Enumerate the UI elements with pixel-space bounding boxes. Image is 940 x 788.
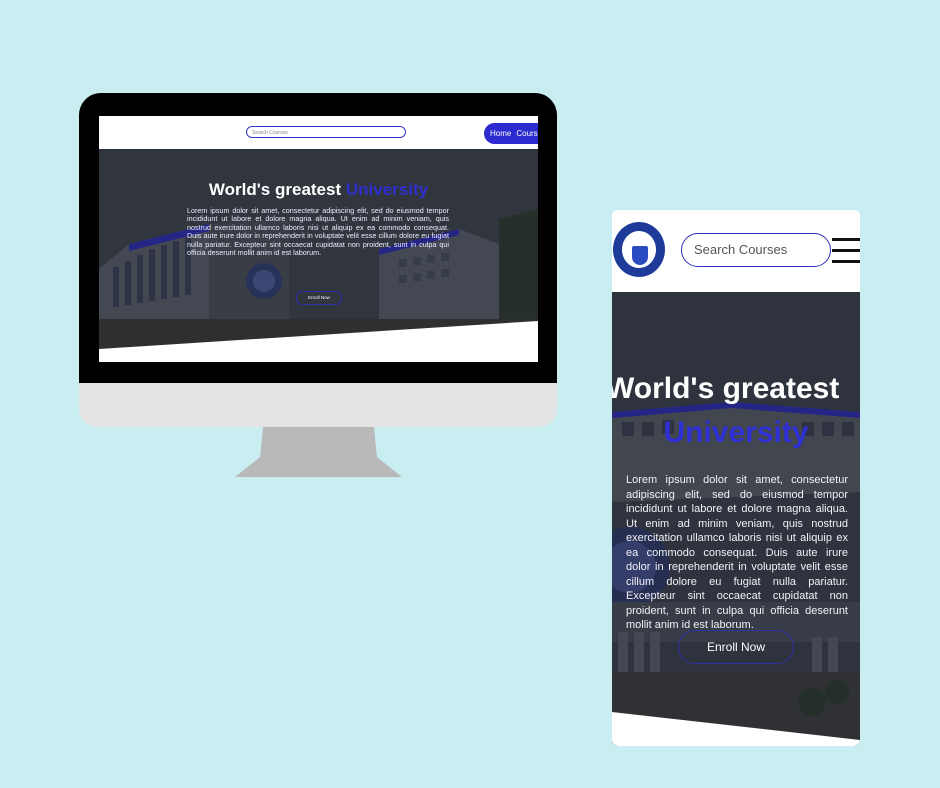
monitor-stand [235,427,402,477]
desktop-screen: Search Courses Home Courses [99,116,538,362]
nav-link-home[interactable]: Home [490,129,511,138]
mobile-hero-text: Lorem ipsum dolor sit amet, consectetur … [626,474,848,631]
mobile-search-input[interactable]: Search Courses [681,233,831,267]
mobile-screen: Search Courses World's greatest Universi… [612,210,860,746]
hero-title-accent: University [345,180,429,199]
mobile-hero-title: World's greatest [612,372,840,405]
mobile-enroll-button[interactable]: Enroll Now [678,630,794,664]
desktop-search-input[interactable]: Search Courses [246,126,406,138]
mobile-navbar: Search Courses [612,210,860,292]
mobile-hero: World's greatest University Lorem ipsum … [612,292,860,746]
hero-title-main: World's greatest [208,180,346,199]
desktop-hero: World's greatest University Lorem ipsum … [99,149,538,362]
nav-link-courses[interactable]: Courses [516,129,538,138]
desktop-navbar: Search Courses Home Courses [99,116,538,149]
college-seal-logo[interactable] [613,222,665,277]
shield-icon [632,246,648,265]
monitor-chin [79,383,557,427]
mobile-hero-title-accent: University [663,416,809,449]
hamburger-menu-icon[interactable] [832,238,860,264]
desktop-nav-menu: Home Courses [484,123,538,144]
desktop-enroll-button[interactable]: Enroll Now [296,291,342,305]
desktop-hero-title: World's greatest University [99,180,538,200]
desktop-hero-text: Lorem ipsum dolor sit amet, consectetur … [187,206,449,258]
